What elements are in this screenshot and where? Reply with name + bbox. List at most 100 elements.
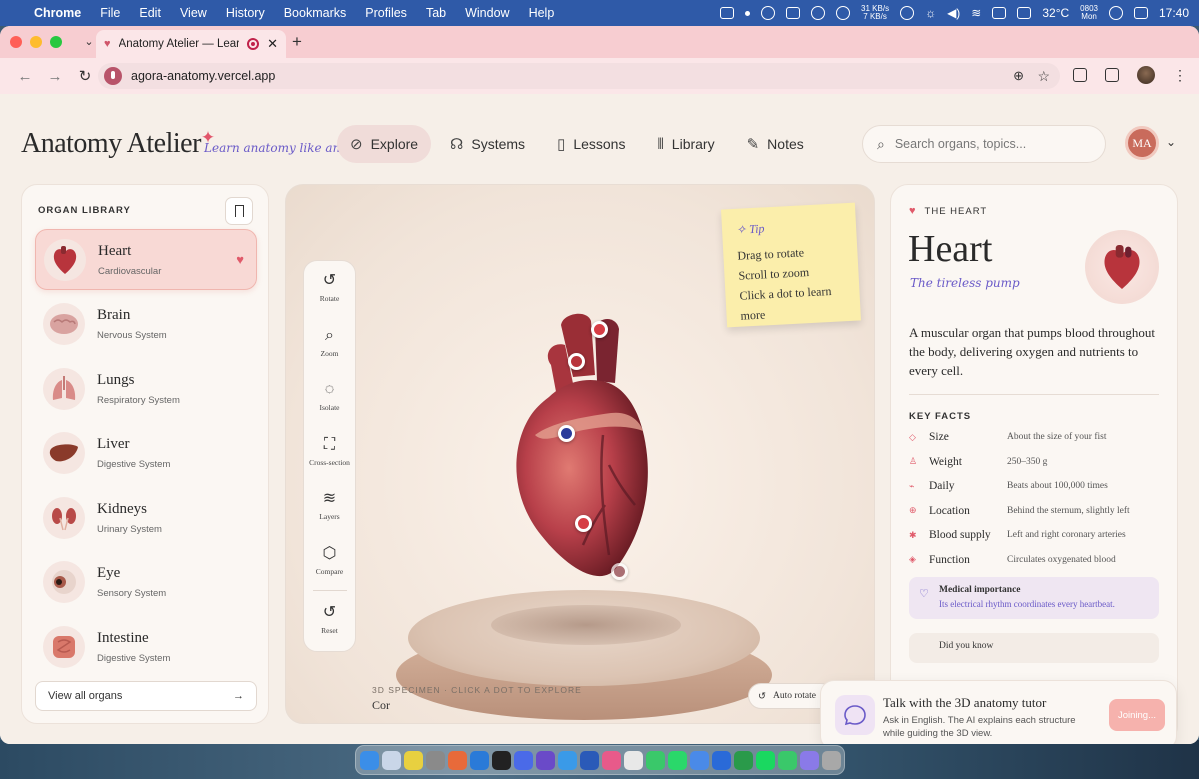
chrome-icon[interactable] [403,750,423,770]
view-all-organs-button[interactable]: View all organs → [35,681,257,711]
control-center-icon[interactable] [1133,7,1148,19]
maximize-window-button[interactable] [50,36,62,48]
app-icon[interactable] [799,750,819,770]
app-icon[interactable] [689,750,709,770]
close-window-button[interactable] [10,36,22,48]
screen-record-icon[interactable] [720,7,735,19]
menu-help[interactable]: Help [529,6,555,20]
favorite-heart-icon[interactable]: ♥ [236,252,244,267]
nav-explore[interactable]: ⊘ Explore [337,125,432,163]
bookmark-star-icon[interactable]: ☆ [1037,68,1050,85]
wifi-icon[interactable]: ≋ [971,6,981,20]
organ-item-brain[interactable]: Brain Nervous System [35,294,257,355]
tool-cross-section[interactable]: ⛶ Cross-section [303,425,356,480]
hotspot-ventricle[interactable] [575,515,592,532]
extensions-icon[interactable] [1073,68,1087,82]
join-tutor-button[interactable]: Joining... [1109,699,1165,731]
app-store-icon[interactable] [557,750,577,770]
nav-systems[interactable]: ☊ Systems [437,125,538,163]
user-avatar[interactable]: MA [1125,126,1159,160]
menu-clock[interactable]: 17:40 [1159,6,1189,20]
app-icon[interactable] [513,750,533,770]
nav-library[interactable]: ⫴ Library [644,125,727,163]
reload-button[interactable]: ↻ [70,67,100,85]
browser-tab[interactable]: ♥ Anatomy Atelier — Learn ✕ [96,30,286,58]
menu-edit[interactable]: Edit [139,6,161,20]
tool-isolate[interactable]: ◌ Isolate [303,370,356,425]
weather-temperature[interactable]: 32°C [1042,6,1069,20]
app-icon[interactable] [579,750,599,770]
nav-lessons[interactable]: ▯ Lessons [544,125,638,163]
battery-icon[interactable] [1017,7,1032,19]
app-icon[interactable] [777,750,797,770]
menu-view[interactable]: View [180,6,207,20]
display-icon[interactable] [992,7,1007,19]
volume-icon[interactable]: ◀) [947,6,960,20]
page-zoom-icon[interactable]: ⊕ [1013,68,1024,84]
settings-icon[interactable] [425,750,445,770]
organ-item-eye[interactable]: Eye Sensory System [35,552,257,613]
organ-item-liver[interactable]: Liver Digestive System [35,423,257,484]
spotify-icon[interactable] [755,750,775,770]
organ-item-intestine[interactable]: Intestine Digestive System [35,616,257,677]
hotspot-apex[interactable] [611,563,628,580]
whatsapp-icon[interactable] [667,750,687,770]
play-icon[interactable] [1108,6,1123,20]
app-icon[interactable] [535,750,555,770]
terminal-icon[interactable] [491,750,511,770]
new-tab-button[interactable]: + [292,32,302,52]
brightness-icon[interactable]: ☼ [925,6,936,20]
messages-icon[interactable] [645,750,665,770]
bookmark-button[interactable] [225,197,253,225]
brand-logo[interactable]: Anatomy Atelier✦ [21,128,215,160]
minimize-window-button[interactable] [30,36,42,48]
back-button[interactable]: ← [10,68,40,85]
tool-reset[interactable]: ↺ Reset [303,593,356,648]
tool-layers[interactable]: ≋ Layers [303,479,356,534]
tool-zoom[interactable]: ⌕ Zoom [303,316,356,371]
url-text[interactable]: agora-anatomy.vercel.app [131,69,275,83]
slack-icon[interactable] [601,750,621,770]
organ-item-lungs[interactable]: Lungs Respiratory System [35,358,257,419]
menu-profiles[interactable]: Profiles [365,6,407,20]
nav-notes[interactable]: ✎ Notes [734,125,817,163]
tool-rotate[interactable]: ↺ Rotate [303,261,356,316]
menu-file[interactable]: File [100,6,120,20]
app-icon[interactable] [623,750,643,770]
app-icon[interactable] [447,750,467,770]
url-field[interactable]: agora-anatomy.vercel.app ⊕ ☆ [98,63,1060,89]
vscode-icon[interactable] [469,750,489,770]
menu-window[interactable]: Window [465,6,509,20]
browser-menu-icon[interactable]: ⋮ [1173,67,1187,84]
chat-icon[interactable] [761,6,776,20]
cloud-icon[interactable] [786,7,801,19]
wechat-icon[interactable] [811,6,826,20]
menu-app-name[interactable]: Chrome [34,6,81,20]
word-icon[interactable] [711,750,731,770]
close-tab-icon[interactable]: ✕ [267,36,278,52]
hotspot-right-atrium[interactable] [558,425,575,442]
organ-item-kidneys[interactable]: Kidneys Urinary System [35,487,257,548]
menu-bookmarks[interactable]: Bookmarks [284,6,347,20]
search-box[interactable]: ⌕ [862,125,1106,163]
tool-compare[interactable]: ⬡ Compare [303,534,356,589]
menu-history[interactable]: History [226,6,265,20]
menu-tab[interactable]: Tab [426,6,446,20]
excel-icon[interactable] [733,750,753,770]
search-input[interactable] [894,137,1085,151]
user-menu-chevron-icon[interactable]: ⌄ [1166,135,1176,149]
heart-3d-model[interactable] [491,305,671,595]
speed-icon[interactable] [836,6,851,20]
steering-icon[interactable] [900,6,915,20]
media-controls-icon[interactable] [1105,68,1119,82]
hotspot-pulmonary[interactable] [568,353,585,370]
browser-profile-avatar[interactable] [1137,66,1155,84]
hotspot-aorta[interactable] [591,321,608,338]
organ-item-heart[interactable]: Heart Cardiovascular ♥ [35,229,257,290]
3d-viewer[interactable]: ↺ Rotate ⌕ Zoom ◌ Isolate ⛶ Cross-sectio… [285,184,875,724]
trash-icon[interactable] [821,750,841,770]
launchpad-icon[interactable] [381,750,401,770]
finder-icon[interactable] [359,750,379,770]
site-info-mic-icon[interactable] [104,67,122,85]
forward-button[interactable]: → [40,68,70,85]
